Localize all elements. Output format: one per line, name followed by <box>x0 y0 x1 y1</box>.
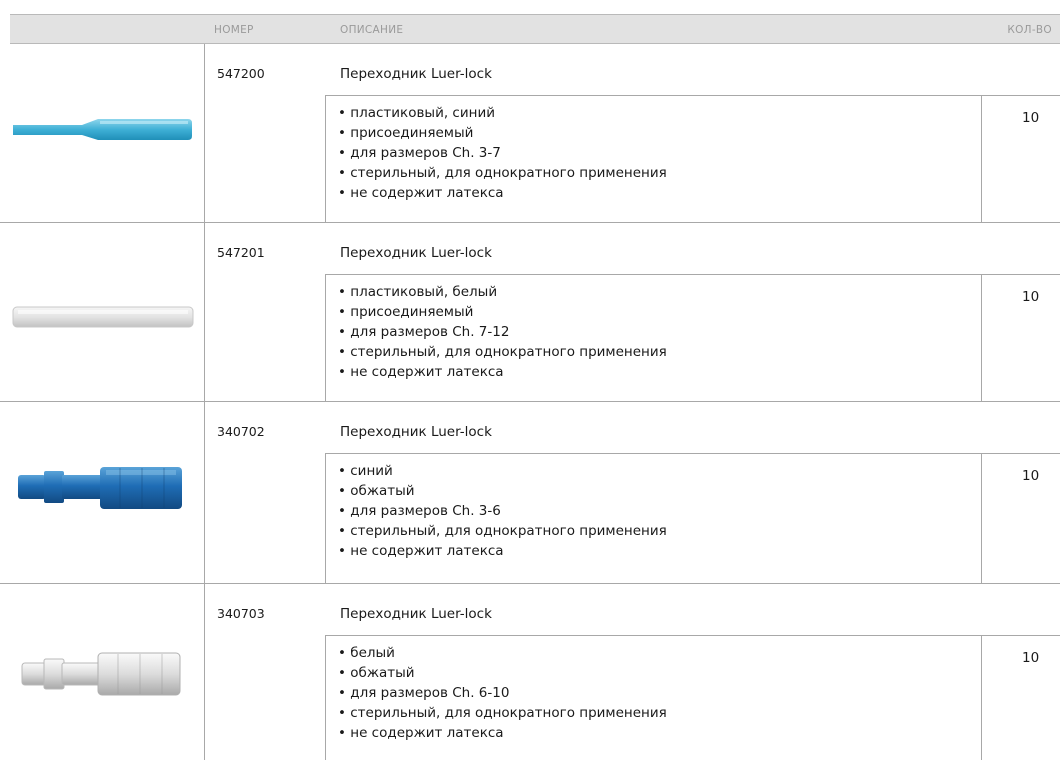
quantity-cell: 10 <box>981 96 1060 222</box>
table-header: НОМЕР ОПИСАНИЕ КОЛ-ВО <box>10 15 1060 44</box>
table-body: 547200 Переходник Luer-lock • пластиковы… <box>0 44 1060 760</box>
quantity-value: 10 <box>1022 289 1040 305</box>
feature-item: • белый <box>338 645 395 661</box>
feature-item: • для размеров Ch. 7-12 <box>338 324 510 340</box>
feature-list: • пластиковый, белый • присоединяемый • … <box>338 282 978 382</box>
table-row: 340702 Переходник Luer-lock • синий • об… <box>0 402 1060 584</box>
product-table: НОМЕР ОПИСАНИЕ КОЛ-ВО 547200 Переходник … <box>0 0 1060 763</box>
feature-item: • стерильный, для однократного применени… <box>338 165 667 181</box>
product-title: Переходник Luer-lock <box>340 245 492 261</box>
table-row: 547201 Переходник Luer-lock • пластиковы… <box>0 223 1060 402</box>
article-number: 340703 <box>217 606 265 621</box>
description-cell: Переходник Luer-lock • пластиковый, белы… <box>325 223 1060 401</box>
number-cell: 547201 <box>204 223 326 401</box>
header-number: НОМЕР <box>214 24 254 36</box>
product-image-cell <box>10 584 204 760</box>
number-cell: 340703 <box>204 584 326 760</box>
feature-item: • обжатый <box>338 483 415 499</box>
feature-item: • стерильный, для однократного применени… <box>338 705 667 721</box>
product-details: • синий • обжатый • для размеров Ch. 3-6… <box>325 453 1060 583</box>
feature-item: • не содержит латекса <box>338 725 504 741</box>
white-plastic-tube-adapter-icon <box>12 306 194 328</box>
quantity-value: 10 <box>1022 468 1040 484</box>
feature-item: • присоединяемый <box>338 304 474 320</box>
quantity-cell: 10 <box>981 275 1060 401</box>
article-number: 547200 <box>217 66 265 81</box>
table-row: 547200 Переходник Luer-lock • пластиковы… <box>0 44 1060 223</box>
quantity-value: 10 <box>1022 650 1040 666</box>
feature-item: • стерильный, для однократного применени… <box>338 344 667 360</box>
feature-list: • пластиковый, синий • присоединяемый • … <box>338 103 978 203</box>
product-details: • белый • обжатый • для размеров Ch. 6-1… <box>325 635 1060 760</box>
feature-item: • для размеров Ch. 3-6 <box>338 503 501 519</box>
feature-item: • стерильный, для однократного применени… <box>338 523 667 539</box>
feature-item: • не содержит латекса <box>338 185 504 201</box>
white-luer-lock-connector-icon <box>21 652 181 696</box>
feature-item: • не содержит латекса <box>338 364 504 380</box>
feature-item: • пластиковый, синий <box>338 105 495 121</box>
product-details: • пластиковый, синий • присоединяемый • … <box>325 95 1060 222</box>
feature-item: • для размеров Ch. 3-7 <box>338 145 501 161</box>
description-cell: Переходник Luer-lock • белый • обжатый •… <box>325 584 1060 760</box>
quantity-cell: 10 <box>981 454 1060 583</box>
feature-item: • обжатый <box>338 665 415 681</box>
table-row: 340703 Переходник Luer-lock • белый • об… <box>0 584 1060 760</box>
header-description: ОПИСАНИЕ <box>340 24 404 36</box>
feature-list: • синий • обжатый • для размеров Ch. 3-6… <box>338 461 978 561</box>
product-details: • пластиковый, белый • присоединяемый • … <box>325 274 1060 401</box>
product-image-cell <box>10 223 204 401</box>
feature-item: • для размеров Ch. 6-10 <box>338 685 510 701</box>
blue-plastic-tube-adapter-icon <box>13 119 192 140</box>
feature-list: • белый • обжатый • для размеров Ch. 6-1… <box>338 643 978 743</box>
product-title: Переходник Luer-lock <box>340 606 492 622</box>
header-quantity: КОЛ-ВО <box>1007 24 1052 36</box>
quantity-value: 10 <box>1022 110 1040 126</box>
description-cell: Переходник Luer-lock • пластиковый, сини… <box>325 44 1060 222</box>
quantity-cell: 10 <box>981 636 1060 760</box>
number-cell: 340702 <box>204 402 326 583</box>
number-cell: 547200 <box>204 44 326 222</box>
feature-item: • пластиковый, белый <box>338 284 498 300</box>
blue-luer-lock-connector-icon <box>18 467 182 509</box>
feature-item: • присоединяемый <box>338 125 474 141</box>
feature-item: • не содержит латекса <box>338 543 504 559</box>
product-title: Переходник Luer-lock <box>340 424 492 440</box>
product-title: Переходник Luer-lock <box>340 66 492 82</box>
feature-item: • синий <box>338 463 393 479</box>
article-number: 340702 <box>217 424 265 439</box>
description-cell: Переходник Luer-lock • синий • обжатый •… <box>325 402 1060 583</box>
article-number: 547201 <box>217 245 265 260</box>
product-image-cell <box>10 402 204 583</box>
product-image-cell <box>10 44 204 222</box>
